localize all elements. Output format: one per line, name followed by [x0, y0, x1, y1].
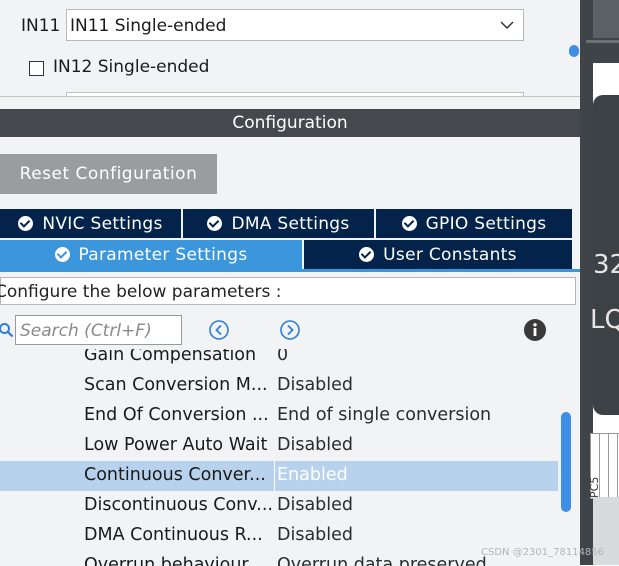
tab-underline: [0, 269, 580, 272]
configuration-title: Configuration: [0, 109, 580, 137]
in11-label: IN11: [21, 16, 61, 36]
configure-banner-text: Configure the below parameters :: [0, 282, 282, 302]
info-icon[interactable]: [523, 318, 547, 342]
check-circle-icon: [18, 216, 34, 231]
tab-label: User Constants: [383, 244, 517, 265]
tab-label: NVIC Settings: [42, 213, 163, 234]
collapse-all-icon[interactable]: [208, 319, 230, 341]
tab-dma-settings[interactable]: DMA Settings: [183, 209, 374, 238]
table-row[interactable]: Scan Conversion M... Disabled: [0, 371, 558, 401]
pin-label: PC5: [588, 476, 601, 498]
tab-user-constants[interactable]: User Constants: [304, 240, 572, 269]
reset-configuration-button[interactable]: Reset Configuration: [0, 154, 217, 194]
check-circle-icon: [207, 216, 223, 231]
watermark: CSDN @2301_78114856: [481, 547, 605, 558]
tab-label: DMA Settings: [231, 213, 350, 234]
expand-all-icon[interactable]: [279, 319, 301, 341]
param-value[interactable]: Disabled: [277, 435, 353, 455]
tab-gpio-settings[interactable]: GPIO Settings: [376, 209, 572, 238]
table-row[interactable]: End Of Conversion ... End of single conv…: [0, 401, 558, 431]
param-value[interactable]: Disabled: [277, 375, 353, 395]
table-row[interactable]: Low Power Auto Wait Disabled: [0, 431, 558, 461]
chip-view-top: [593, 0, 619, 38]
param-name: Continuous Conver...: [84, 465, 266, 485]
table-row[interactable]: DMA Continuous R... Disabled: [0, 521, 558, 551]
check-circle-icon: [359, 247, 375, 262]
check-circle-icon: [54, 247, 70, 262]
param-name: Scan Conversion M...: [84, 375, 268, 395]
param-value[interactable]: Enabled: [277, 465, 348, 485]
configure-banner: Configure the below parameters :: [0, 277, 576, 305]
param-value[interactable]: 0: [277, 349, 288, 365]
analog-channel-area: IN11 IN11 Single-ended IN12 Single-ended: [0, 0, 580, 100]
in12-checkbox[interactable]: [29, 61, 44, 76]
top-scrollbar-thumb[interactable]: [569, 45, 579, 57]
in12-label: IN12 Single-ended: [53, 57, 210, 77]
param-name: Gain Compensation: [84, 349, 257, 365]
tab-parameter-settings[interactable]: Parameter Settings: [0, 240, 302, 269]
search-placeholder: Search (Ctrl+F): [20, 321, 152, 341]
param-name: DMA Continuous R...: [84, 525, 263, 545]
parameter-list-scrollbar[interactable]: [561, 412, 571, 512]
param-value[interactable]: Disabled: [277, 495, 353, 515]
param-name: Low Power Auto Wait: [84, 435, 268, 455]
tab-nvic-settings[interactable]: NVIC Settings: [0, 209, 181, 238]
param-name: Overrun behaviour: [84, 555, 249, 566]
param-name: End Of Conversion ...: [84, 405, 269, 425]
check-circle-icon: [401, 216, 417, 231]
configuration-panel: Configuration Reset Configuration NVIC S…: [0, 96, 580, 566]
table-row-selected[interactable]: Continuous Conver... Enabled: [0, 461, 558, 491]
chip-part-text: 32: [593, 250, 619, 280]
table-row[interactable]: Discontinuous Conv... Disabled: [0, 491, 558, 521]
search-icon: [0, 323, 14, 338]
param-value[interactable]: Overrun data preserved: [277, 555, 487, 566]
table-row[interactable]: Gain Compensation 0: [0, 349, 558, 371]
tab-label: Parameter Settings: [78, 244, 248, 265]
parameter-list: Gain Compensation 0 Scan Conversion M...…: [0, 349, 558, 566]
tab-label: GPIO Settings: [425, 213, 547, 234]
in11-mode-select[interactable]: IN11 Single-ended: [66, 9, 524, 41]
cell-divider: [274, 461, 275, 491]
chip-package-text: LQ: [590, 305, 619, 335]
param-value[interactable]: Disabled: [277, 525, 353, 545]
search-input[interactable]: Search (Ctrl+F): [15, 315, 182, 345]
table-row[interactable]: Overrun behaviour Overrun data preserved: [0, 551, 558, 566]
chevron-down-icon: [500, 21, 514, 30]
chip-view-line: [586, 40, 619, 43]
param-name: Discontinuous Conv...: [84, 495, 273, 515]
param-value[interactable]: End of single conversion: [277, 405, 491, 425]
in11-mode-value: IN11 Single-ended: [70, 16, 227, 36]
